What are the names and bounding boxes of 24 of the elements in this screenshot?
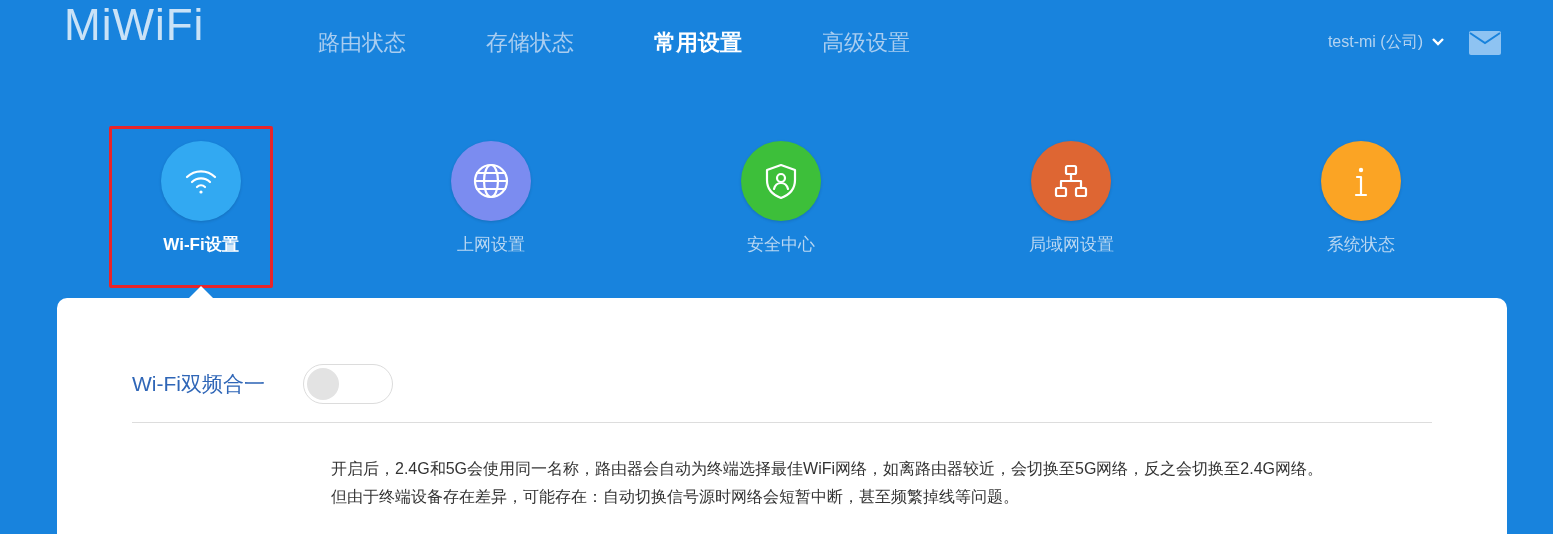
description-text: 但由于终端设备存在差异，可能存在：自动切换信号源时网络会短暂中断，甚至频繁掉线等问题。: [331, 487, 1020, 507]
chevron-down-icon: [1431, 37, 1445, 47]
toggle-switch[interactable]: [303, 364, 393, 404]
category-button[interactable]: [1321, 141, 1401, 221]
category-button[interactable]: [451, 141, 531, 221]
category-label[interactable]: Wi-Fi设置: [163, 232, 239, 258]
category-label[interactable]: 安全中心: [747, 232, 815, 258]
account-dropdown[interactable]: test-mi (公司): [1327, 30, 1445, 54]
category-button[interactable]: [741, 141, 821, 221]
category-label[interactable]: 上网设置: [457, 232, 525, 258]
nav-tab[interactable]: 高级设置: [822, 25, 910, 59]
setting-label: Wi-Fi双频合一: [132, 371, 265, 398]
mail-icon[interactable]: [1469, 31, 1501, 55]
logo: MiWiFi: [64, 3, 206, 47]
category-button[interactable]: [161, 141, 241, 221]
category-label[interactable]: 局域网设置: [1028, 232, 1114, 258]
nav-tab[interactable]: 常用设置: [654, 25, 742, 59]
nav-tab[interactable]: 路由状态: [318, 25, 406, 59]
description-text: 开启后，2.4G和5G会使用同一名称，路由器会自动为终端选择最佳WiFi网络，如离路由器较近，会切换至5G网络，反之会切换至2.4G网络。: [331, 459, 1325, 479]
category-button[interactable]: [1031, 141, 1111, 221]
toggle-knob: [307, 368, 339, 400]
category-label[interactable]: 系统状态: [1327, 232, 1395, 258]
globe-icon: [471, 161, 511, 201]
nav-tab[interactable]: 存储状态: [486, 25, 574, 59]
